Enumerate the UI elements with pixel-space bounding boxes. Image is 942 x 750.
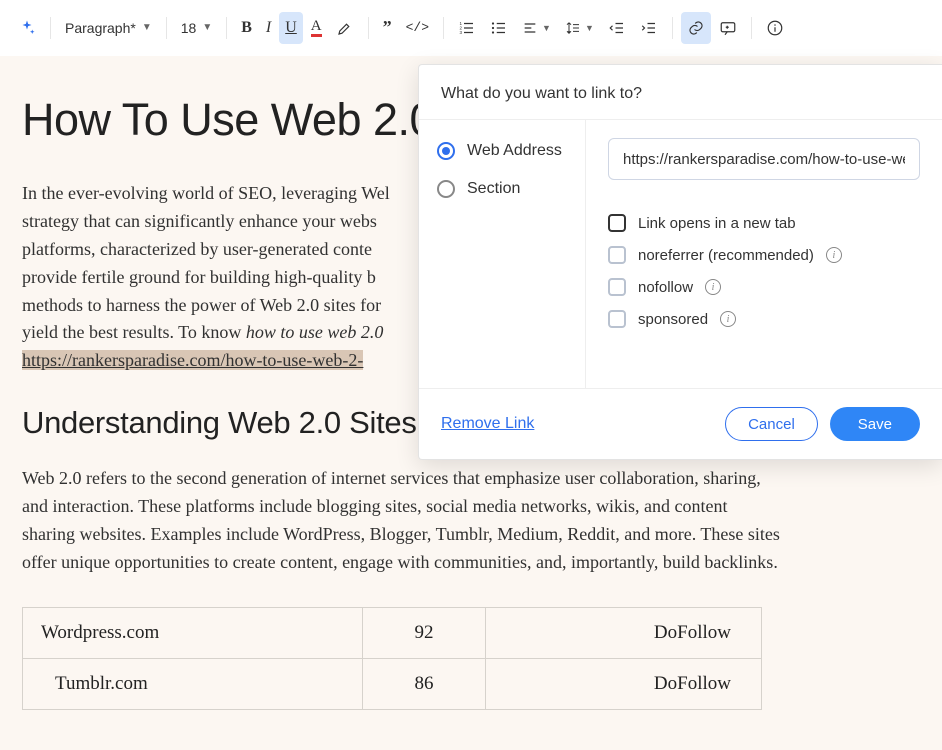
align-button[interactable]: ▼ xyxy=(516,12,557,44)
paragraph-style-label: Paragraph* xyxy=(65,20,136,36)
cancel-button[interactable]: Cancel xyxy=(725,407,818,441)
toolbar-divider xyxy=(226,17,227,39)
toolbar-divider xyxy=(368,17,369,39)
radio-icon xyxy=(437,180,455,198)
checkbox-new-tab[interactable]: Link opens in a new tab xyxy=(608,214,920,232)
radio-web-address[interactable]: Web Address xyxy=(437,142,567,160)
info-icon[interactable]: i xyxy=(705,279,721,295)
font-size-value: 18 xyxy=(181,20,197,36)
toolbar-divider xyxy=(443,17,444,39)
checkbox-icon xyxy=(608,278,626,296)
code-button[interactable]: </> xyxy=(400,12,435,44)
url-input[interactable] xyxy=(608,138,920,180)
quote-button[interactable]: ” xyxy=(377,12,398,44)
underline-button[interactable]: U xyxy=(279,12,303,44)
toolbar-divider xyxy=(50,17,51,39)
cell-type[interactable]: DoFollow xyxy=(485,658,761,709)
info-icon[interactable]: i xyxy=(826,247,842,263)
cell-site[interactable]: Tumblr.com xyxy=(23,658,363,709)
cell-site[interactable]: Wordpress.com xyxy=(23,607,363,658)
toolbar-divider xyxy=(672,17,673,39)
checkbox-nofollow[interactable]: nofollow i xyxy=(608,278,920,296)
text-color-button[interactable]: A xyxy=(305,12,328,44)
remove-link-button[interactable]: Remove Link xyxy=(441,415,534,433)
bold-button[interactable]: B xyxy=(235,12,258,44)
selected-link[interactable]: https://rankersparadise.com/how-to-use-w… xyxy=(22,350,363,370)
outdent-button[interactable] xyxy=(602,12,632,44)
info-icon[interactable]: i xyxy=(720,311,736,327)
italic-button[interactable]: I xyxy=(260,12,277,44)
cell-da[interactable]: 86 xyxy=(363,658,486,709)
svg-text:3: 3 xyxy=(460,30,463,35)
editor-toolbar: Paragraph* ▼ 18 ▼ B I U A ” </> 123 ▼ ▼ xyxy=(0,0,942,56)
table-row[interactable]: Tumblr.com 86 DoFollow xyxy=(23,658,762,709)
table-row[interactable]: Wordpress.com 92 DoFollow xyxy=(23,607,762,658)
chevron-down-icon: ▼ xyxy=(202,22,212,33)
sites-table: Wordpress.com 92 DoFollow Tumblr.com 86 … xyxy=(22,607,762,710)
dialog-heading: What do you want to link to? xyxy=(419,65,942,120)
radio-icon xyxy=(437,142,455,160)
body-paragraph[interactable]: Web 2.0 refers to the second generation … xyxy=(22,465,782,577)
comment-button[interactable] xyxy=(713,12,743,44)
paragraph-style-select[interactable]: Paragraph* ▼ xyxy=(59,12,158,44)
info-button[interactable] xyxy=(760,12,790,44)
link-target-radios: Web Address Section xyxy=(419,120,586,388)
checkbox-icon xyxy=(608,246,626,264)
checkbox-icon xyxy=(608,310,626,328)
save-button[interactable]: Save xyxy=(830,407,920,441)
line-spacing-button[interactable]: ▼ xyxy=(559,12,600,44)
indent-button[interactable] xyxy=(634,12,664,44)
link-button[interactable] xyxy=(681,12,711,44)
unordered-list-button[interactable] xyxy=(484,12,514,44)
checkbox-noreferrer[interactable]: noreferrer (recommended) i xyxy=(608,246,920,264)
checkbox-icon xyxy=(608,214,626,232)
toolbar-divider xyxy=(751,17,752,39)
link-dialog: What do you want to link to? Web Address… xyxy=(418,64,942,460)
toolbar-divider xyxy=(166,17,167,39)
highlight-button[interactable] xyxy=(330,12,360,44)
chevron-down-icon: ▼ xyxy=(142,22,152,33)
cell-da[interactable]: 92 xyxy=(363,607,486,658)
cell-type[interactable]: DoFollow xyxy=(485,607,761,658)
radio-section[interactable]: Section xyxy=(437,180,567,198)
ordered-list-button[interactable]: 123 xyxy=(452,12,482,44)
ai-sparkle-icon[interactable] xyxy=(12,12,42,44)
checkbox-sponsored[interactable]: sponsored i xyxy=(608,310,920,328)
font-size-select[interactable]: 18 ▼ xyxy=(175,12,218,44)
